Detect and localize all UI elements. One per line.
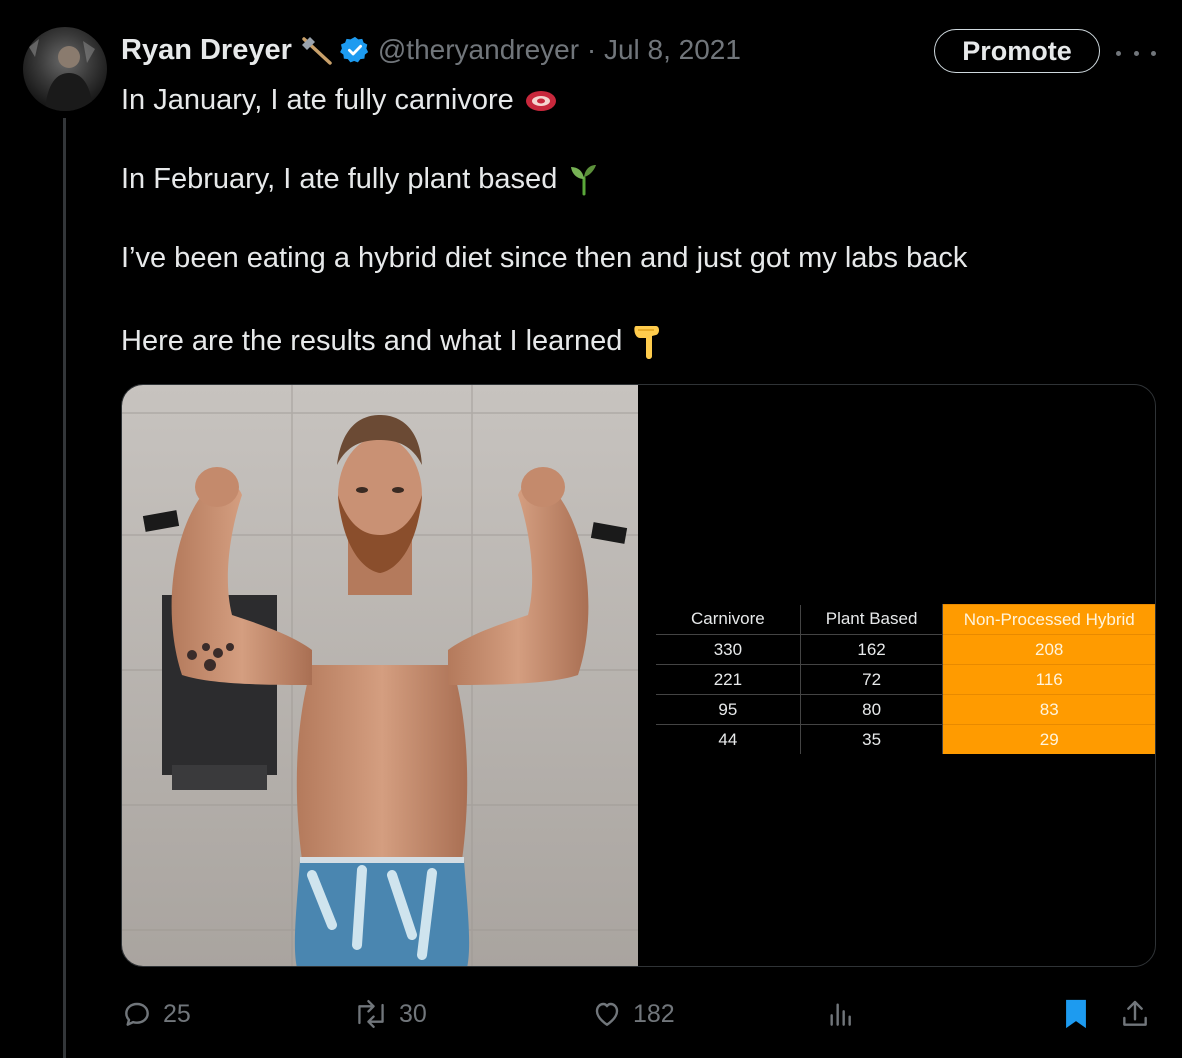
more-options-icon[interactable] (1116, 38, 1156, 68)
photo-image[interactable] (122, 385, 638, 967)
meat-icon (525, 90, 556, 111)
reply-count: 25 (163, 999, 191, 1028)
tweet-text: In January, I ate fully carnivore (121, 84, 514, 116)
table-header-carnivore: Carnivore (656, 604, 801, 635)
table-row: 330 162 208 (656, 634, 1155, 665)
media-card[interactable]: Carnivore Plant Based Non-Processed Hybr… (121, 384, 1156, 967)
like-count: 182 (633, 999, 675, 1028)
thread-line (63, 118, 66, 1058)
bookmark-button[interactable] (1061, 995, 1101, 1033)
pointing-down-icon (634, 326, 660, 359)
axe-icon (301, 37, 332, 65)
table-cell: 330 (656, 634, 801, 665)
share-icon (1123, 1000, 1147, 1026)
reply-icon (125, 1002, 149, 1026)
table-header-hybrid: Non-Processed Hybrid (942, 604, 1155, 635)
avatar[interactable] (23, 27, 107, 111)
tweet-text-line-4: Here are the results and what I learned (121, 322, 662, 360)
table-header-plant-based: Plant Based (800, 604, 944, 635)
table-cell: 72 (800, 664, 944, 695)
more-dot (1116, 50, 1121, 56)
author-name[interactable]: Ryan Dreyer (121, 34, 292, 67)
table-row: 44 35 29 (656, 724, 1155, 754)
repost-button[interactable]: 30 (353, 995, 427, 1033)
table-cell: 44 (656, 724, 801, 754)
tweet-text-line-1: In January, I ate fully carnivore (121, 84, 558, 117)
table-cell: 162 (800, 634, 944, 665)
tweet-text-line-3: I’ve been eating a hybrid diet since the… (121, 242, 967, 275)
views-button[interactable] (825, 995, 867, 1033)
repost-icon (358, 999, 384, 1029)
more-dot (1151, 50, 1156, 56)
tweet-text: I’ve been eating a hybrid diet since the… (121, 242, 968, 274)
table-cell: 80 (800, 694, 944, 725)
lab-results-table: Carnivore Plant Based Non-Processed Hybr… (656, 604, 1155, 754)
verified-badge-icon[interactable] (340, 35, 370, 65)
bookmark-icon (1066, 999, 1086, 1029)
promote-button[interactable]: Promote (934, 29, 1100, 73)
table-row: 221 72 116 (656, 664, 1155, 695)
seedling-icon (571, 165, 597, 196)
table-cell-highlight: 83 (942, 694, 1155, 725)
table-cell-highlight: 29 (942, 724, 1155, 754)
table-cell-highlight: 208 (942, 634, 1155, 665)
repost-count: 30 (399, 999, 427, 1028)
like-button[interactable]: 182 (591, 995, 675, 1033)
more-dot (1133, 50, 1139, 56)
table-header-row: Carnivore Plant Based Non-Processed Hybr… (656, 604, 1155, 635)
tweet-header: Ryan Dreyer @theryandreyer · Jul 8, 2021 (121, 30, 741, 70)
table-cell: 95 (656, 694, 801, 725)
avatar-image (29, 39, 95, 111)
action-bar: 25 30 182 (121, 995, 1161, 1033)
handle-and-date[interactable]: @theryandreyer · Jul 8, 2021 (378, 34, 741, 66)
views-icon (830, 1003, 851, 1026)
table-cell-highlight: 116 (942, 664, 1155, 695)
tweet-text-line-2: In February, I ate fully plant based (121, 162, 601, 196)
share-button[interactable] (1119, 995, 1161, 1033)
heart-icon (595, 1002, 619, 1026)
table-cell: 221 (656, 664, 801, 695)
reply-button[interactable]: 25 (121, 995, 191, 1033)
table-row: 95 80 83 (656, 694, 1155, 725)
tweet-text: In February, I ate fully plant based (121, 162, 558, 195)
tweet-text: Here are the results and what I learned (121, 324, 623, 357)
table-cell: 35 (800, 724, 944, 754)
